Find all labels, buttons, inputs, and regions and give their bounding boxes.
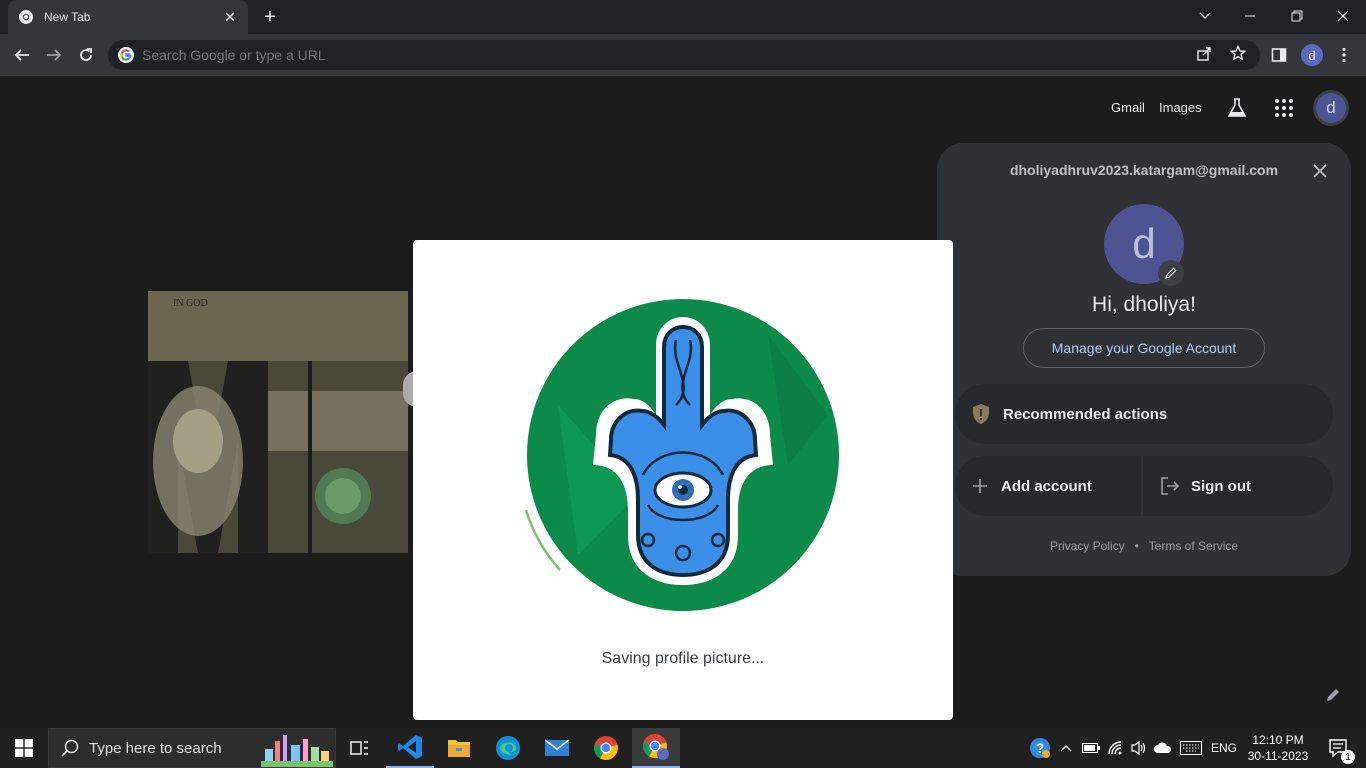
chrome-profile-icon <box>643 734 669 760</box>
omnibox[interactable] <box>108 40 1260 70</box>
account-avatar: d <box>1316 93 1346 123</box>
close-panel-icon[interactable] <box>1309 160 1331 182</box>
hamsa-profile-image <box>524 299 839 611</box>
clock-time: 12:10 PM <box>1252 733 1304 747</box>
back-arrow-icon <box>14 49 29 61</box>
reload-icon <box>80 48 92 61</box>
account-avatar-button[interactable]: d <box>1313 90 1349 126</box>
restore-button[interactable] <box>1274 0 1320 32</box>
back-button[interactable] <box>8 41 36 69</box>
bookmark-star-icon[interactable] <box>1229 44 1250 65</box>
terms-of-service-link[interactable]: Terms of Service <box>1149 539 1238 553</box>
apps-grid-icon[interactable] <box>1274 98 1294 118</box>
taskbar-edge[interactable] <box>484 728 532 768</box>
omnibox-input[interactable] <box>142 47 1260 63</box>
search-icon <box>61 739 79 757</box>
taskbar-file-explorer[interactable] <box>435 728 483 768</box>
clock[interactable]: 12:10 PM 30-11-2023 <box>1244 728 1312 768</box>
tab-new-tab[interactable]: New Tab ✕ <box>8 0 248 34</box>
taskbar-chrome-profile[interactable] <box>632 728 680 768</box>
add-account-button[interactable]: Add account <box>955 456 1141 516</box>
wifi-icon[interactable] <box>1105 728 1127 768</box>
language-indicator[interactable]: ENG <box>1208 728 1240 768</box>
new-tab-page: Gmail Images d IN GOD dholiyadhruv2023.k… <box>0 77 1366 728</box>
footer-separator: • <box>1134 539 1139 553</box>
taskbar-search-placeholder: Type here to search <box>89 739 222 757</box>
windows-logo-icon <box>15 739 33 757</box>
taskbar-chrome[interactable] <box>582 728 630 768</box>
kebab-menu-icon <box>1342 47 1346 63</box>
profile-avatar: d <box>1301 44 1323 66</box>
sign-out-icon <box>1161 477 1180 495</box>
chrome-taskbar-icon <box>594 736 618 760</box>
labs-flask-icon[interactable] <box>1226 97 1248 119</box>
start-button[interactable] <box>0 728 48 768</box>
city-skyline-icon <box>261 735 333 767</box>
minimize-button[interactable] <box>1228 0 1274 32</box>
greeting: Hi, dholiya! <box>1092 293 1196 316</box>
panel-footer: Privacy Policy • Terms of Service <box>937 539 1351 553</box>
new-tab-button[interactable]: + <box>258 5 282 29</box>
edge-icon <box>496 736 520 760</box>
customize-pencil-icon[interactable] <box>1325 687 1343 705</box>
forward-arrow-icon <box>47 49 62 61</box>
notification-center-button[interactable]: 1 <box>1318 728 1358 768</box>
sign-out-button[interactable]: Sign out <box>1143 456 1333 516</box>
images-link[interactable]: Images <box>1159 100 1202 115</box>
battery-icon[interactable] <box>1080 728 1102 768</box>
folder-icon <box>448 740 470 757</box>
help-icon[interactable]: ? <box>1028 728 1052 768</box>
menu-button[interactable] <box>1330 41 1358 69</box>
svg-text:IN GOD: IN GOD <box>173 298 208 309</box>
account-email: dholiyadhruv2023.katargam@gmail.com <box>1009 162 1279 178</box>
close-tab-icon[interactable]: ✕ <box>222 9 238 26</box>
tab-title: New Tab <box>44 10 91 24</box>
toolbar: d <box>0 34 1366 76</box>
volume-icon[interactable] <box>1128 728 1150 768</box>
keyboard-icon[interactable] <box>1178 728 1204 768</box>
side-panel-icon <box>1271 48 1287 62</box>
manage-account-button[interactable]: Manage your Google Account <box>1023 328 1265 368</box>
close-window-button[interactable] <box>1320 0 1366 32</box>
privacy-policy-link[interactable]: Privacy Policy <box>1050 539 1125 553</box>
taskbar-mail[interactable] <box>533 728 581 768</box>
plus-icon <box>973 479 987 493</box>
background-image: IN GOD <box>148 291 408 553</box>
side-panel-button[interactable] <box>1265 41 1293 69</box>
notification-count-badge: 1 <box>1341 750 1355 764</box>
sign-out-label: Sign out <box>1191 477 1251 495</box>
shield-alert-icon <box>973 404 989 424</box>
vscode-icon <box>398 735 422 759</box>
task-view-icon <box>350 741 368 755</box>
task-view-button[interactable] <box>336 728 384 768</box>
add-account-label: Add account <box>1001 477 1092 495</box>
taskbar-vscode[interactable] <box>386 728 434 768</box>
recommended-actions-label: Recommended actions <box>1003 405 1168 423</box>
google-g-icon <box>118 47 134 63</box>
show-hidden-icons-chevron-icon[interactable] <box>1056 728 1076 768</box>
saving-profile-dialog: Saving profile picture... <box>413 240 953 720</box>
tab-search-icon[interactable] <box>1182 0 1228 32</box>
clock-date: 30-11-2023 <box>1247 749 1309 763</box>
profile-button[interactable]: d <box>1298 41 1326 69</box>
share-icon[interactable] <box>1196 45 1216 65</box>
mail-icon <box>544 739 570 756</box>
taskbar-search-box[interactable]: Type here to search <box>48 728 336 768</box>
account-panel: dholiyadhruv2023.katargam@gmail.com d Hi… <box>937 143 1351 576</box>
forward-button[interactable] <box>40 41 68 69</box>
taskbar: Type here to search ? ENG 12:10 PM 30-11… <box>0 728 1366 768</box>
gmail-link[interactable]: Gmail <box>1111 100 1145 115</box>
edit-photo-pencil-icon[interactable] <box>1158 260 1184 286</box>
reload-button[interactable] <box>72 41 100 69</box>
onedrive-cloud-icon[interactable] <box>1152 728 1174 768</box>
tab-strip: New Tab ✕ + <box>0 0 1366 34</box>
recommended-actions-button[interactable]: Recommended actions <box>955 384 1333 444</box>
saving-status-text: Saving profile picture... <box>601 650 765 667</box>
chrome-icon <box>19 10 33 24</box>
